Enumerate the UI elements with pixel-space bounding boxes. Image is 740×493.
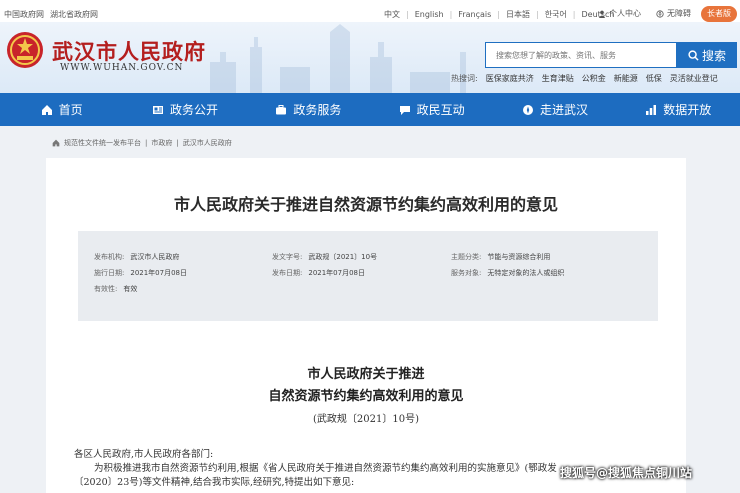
lang-ko[interactable]: 한국어 xyxy=(545,9,567,20)
meta-issuer: 发布机构: 武汉市人民政府 xyxy=(94,252,179,262)
search-input[interactable] xyxy=(485,42,677,68)
meta-effective-date: 施行日期: 2021年07月08日 xyxy=(94,268,187,278)
site-header: 武汉市人民政府 WWW.WUHAN.GOV.CN 搜索 热搜词: 医保家庭共济 … xyxy=(0,22,740,93)
user-center-link[interactable]: 个人中心 xyxy=(598,8,641,19)
compass-icon xyxy=(522,104,533,115)
salutation: 各区人民政府,市人民政府各部门: xyxy=(74,449,214,460)
nav-government-services[interactable]: 政务服务 xyxy=(247,93,370,126)
nav-explore-wuhan[interactable]: 走进武汉 xyxy=(493,93,616,126)
nav-government-affairs[interactable]: 政务公开 xyxy=(123,93,246,126)
divider: | xyxy=(535,10,539,19)
breadcrumb-item[interactable]: 武汉市人民政府 xyxy=(183,138,232,148)
meta-audience: 服务对象: 无特定对象的法人或组织 xyxy=(451,268,564,278)
meta-label: 主题分类: xyxy=(451,253,482,261)
hot-word[interactable]: 公积金 xyxy=(582,73,606,84)
hot-word[interactable]: 新能源 xyxy=(614,73,638,84)
lang-fr[interactable]: Français xyxy=(458,10,491,19)
nav-home[interactable]: 首页 xyxy=(0,93,123,126)
breadcrumb-item[interactable]: 市政府 xyxy=(151,138,172,148)
language-switcher: 中文 | English | Français | 日本語 | 한국어 | Deutsch xyxy=(384,9,614,20)
divider: | xyxy=(406,10,409,19)
breadcrumb: 规范性文件统一发布平台 | 市政府 | 武汉市人民政府 xyxy=(52,138,232,148)
meta-label: 服务对象: xyxy=(451,269,482,277)
hot-word[interactable]: 低保 xyxy=(646,73,662,84)
nav-government-services-label: 政务服务 xyxy=(293,103,342,117)
user-center-label: 个人中心 xyxy=(609,9,641,18)
document-title-line: 市人民政府关于推进 xyxy=(307,367,425,382)
user-icon xyxy=(598,10,606,18)
meta-label: 发布机构: xyxy=(94,253,125,261)
search-button[interactable]: 搜索 xyxy=(677,42,737,68)
breadcrumb-item[interactable]: 规范性文件统一发布平台 xyxy=(64,138,141,148)
lang-ja[interactable]: 日本語 xyxy=(506,9,530,20)
news-icon xyxy=(152,105,163,114)
nav-explore-wuhan-label: 走进武汉 xyxy=(539,103,588,117)
external-links: 中国政府网 湖北省政府网 xyxy=(4,9,98,20)
meta-label: 发文字号: xyxy=(272,253,303,261)
briefcase-icon xyxy=(276,104,287,114)
site-title[interactable]: 武汉市人民政府 xyxy=(52,36,206,66)
meta-doc-number: 发文字号: 武政规〔2021〕10号 xyxy=(272,252,377,262)
document-title: 市人民政府关于推进 自然资源节约集约高效利用的意见 xyxy=(46,364,686,408)
meta-value: 有效 xyxy=(123,285,138,293)
accessibility-icon xyxy=(656,9,664,18)
meta-value: 无特定对象的法人或组织 xyxy=(487,269,565,277)
document-title-line: 自然资源节约集约高效利用的意见 xyxy=(268,389,464,404)
search-box: 搜索 xyxy=(485,42,737,68)
link-china-gov[interactable]: 中国政府网 xyxy=(4,9,44,20)
top-utility-bar: 中国政府网 湖北省政府网 中文 | English | Français | 日本語 |… xyxy=(0,0,740,22)
meta-label: 发布日期: xyxy=(272,269,303,277)
chat-icon xyxy=(399,105,410,115)
meta-value: 2021年07月08日 xyxy=(130,269,187,277)
search-button-label: 搜索 xyxy=(701,48,726,63)
main-nav: 首页 政务公开 政务服务 政民互动 走进武汉 数据开放 xyxy=(0,93,740,126)
watermark: 搜狐号@搜狐焦点铜川站 xyxy=(560,466,693,480)
meta-topic: 主题分类: 节能与资源综合利用 xyxy=(451,252,550,262)
meta-value: 节能与资源综合利用 xyxy=(487,253,551,261)
meta-value: 2021年07月08日 xyxy=(308,269,365,277)
accessibility-label: 无障碍 xyxy=(667,9,691,18)
national-emblem-logo xyxy=(7,32,43,68)
elder-mode-button[interactable]: 长者版 xyxy=(701,6,737,22)
site-url: WWW.WUHAN.GOV.CN xyxy=(60,63,184,73)
divider: | xyxy=(449,10,453,19)
breadcrumb-separator: | xyxy=(145,139,148,147)
meta-label: 施行日期: xyxy=(94,269,125,277)
breadcrumb-separator: | xyxy=(176,139,179,147)
divider: | xyxy=(572,10,576,19)
meta-value: 武政规〔2021〕10号 xyxy=(308,253,378,261)
hot-word[interactable]: 灵活就业登记 xyxy=(670,73,718,84)
nav-public-interaction[interactable]: 政民互动 xyxy=(370,93,493,126)
meta-publish-date: 发布日期: 2021年07月08日 xyxy=(272,268,365,278)
nav-open-data-label: 数据开放 xyxy=(663,103,712,117)
lang-en[interactable]: English xyxy=(415,10,444,19)
article-heading: 市人民政府关于推进自然资源节约集约高效利用的意见 xyxy=(173,195,558,214)
accessibility-link[interactable]: 无障碍 xyxy=(656,8,691,19)
chart-icon xyxy=(646,104,657,115)
link-hubei-gov[interactable]: 湖北省政府网 xyxy=(50,9,98,20)
search-icon xyxy=(688,49,699,61)
lang-zh[interactable]: 中文 xyxy=(384,9,400,20)
document-number: (武政规〔2021〕10号) xyxy=(313,414,419,425)
divider: | xyxy=(497,10,500,19)
meta-label: 有效性: xyxy=(94,285,118,293)
hot-search-words: 热搜词: 医保家庭共济 生育津贴 公积金 新能源 低保 灵活就业登记 xyxy=(451,73,718,84)
hot-word[interactable]: 生育津贴 xyxy=(542,73,574,84)
article-card: 市人民政府关于推进自然资源节约集约高效利用的意见 发布机构: 武汉市人民政府 发… xyxy=(46,158,686,493)
meta-value: 武汉市人民政府 xyxy=(130,253,180,261)
nav-open-data[interactable]: 数据开放 xyxy=(617,93,740,126)
nav-home-label: 首页 xyxy=(58,103,83,117)
meta-validity: 有效性: 有效 xyxy=(94,284,137,294)
hot-word[interactable]: 医保家庭共济 xyxy=(486,73,534,84)
article-metadata: 发布机构: 武汉市人民政府 发文字号: 武政规〔2021〕10号 主题分类: 节… xyxy=(78,231,658,321)
hot-label: 热搜词: xyxy=(451,74,478,83)
home-icon xyxy=(41,104,52,115)
home-icon xyxy=(52,139,60,147)
nav-government-affairs-label: 政务公开 xyxy=(169,103,218,117)
city-skyline-image xyxy=(210,24,466,93)
nav-public-interaction-label: 政民互动 xyxy=(416,103,465,117)
